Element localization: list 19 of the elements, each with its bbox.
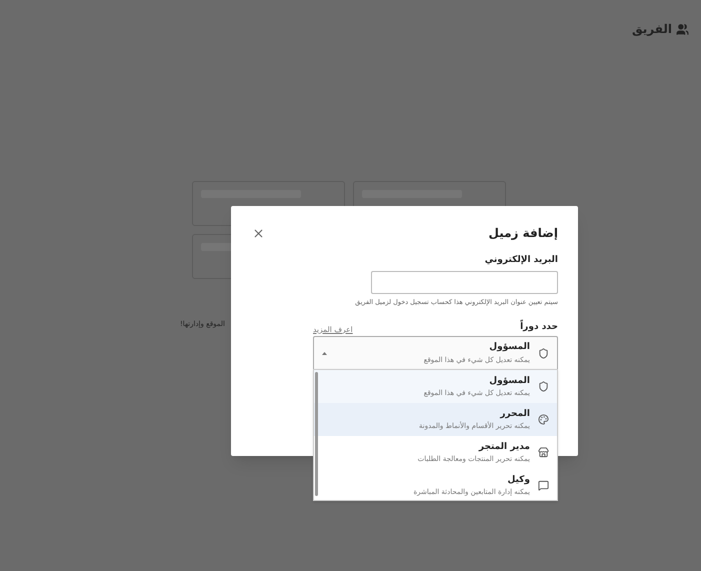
users-icon [676, 22, 689, 36]
dialog-title: إضافة زميل [488, 225, 558, 242]
store-icon [538, 447, 549, 458]
role-name: المسؤول [488, 341, 530, 354]
chat-icon [538, 480, 549, 491]
role-name: المسؤول [488, 374, 530, 388]
role-label: حدد دوراً [520, 321, 558, 335]
email-label: البريد الإلكتروني [484, 254, 558, 267]
role-name: مدير المتجر [478, 440, 530, 454]
role-name: وكيل [506, 474, 530, 486]
scrollbar[interactable] [315, 372, 318, 496]
palette-icon [538, 414, 549, 425]
caret-up-icon [322, 352, 327, 355]
shield-icon [538, 348, 549, 359]
page-title: الفريق [632, 21, 672, 38]
shield-icon [538, 381, 549, 392]
email-input-field[interactable] [371, 270, 558, 294]
role-name: المحرر [498, 408, 530, 420]
close-icon [252, 226, 264, 240]
